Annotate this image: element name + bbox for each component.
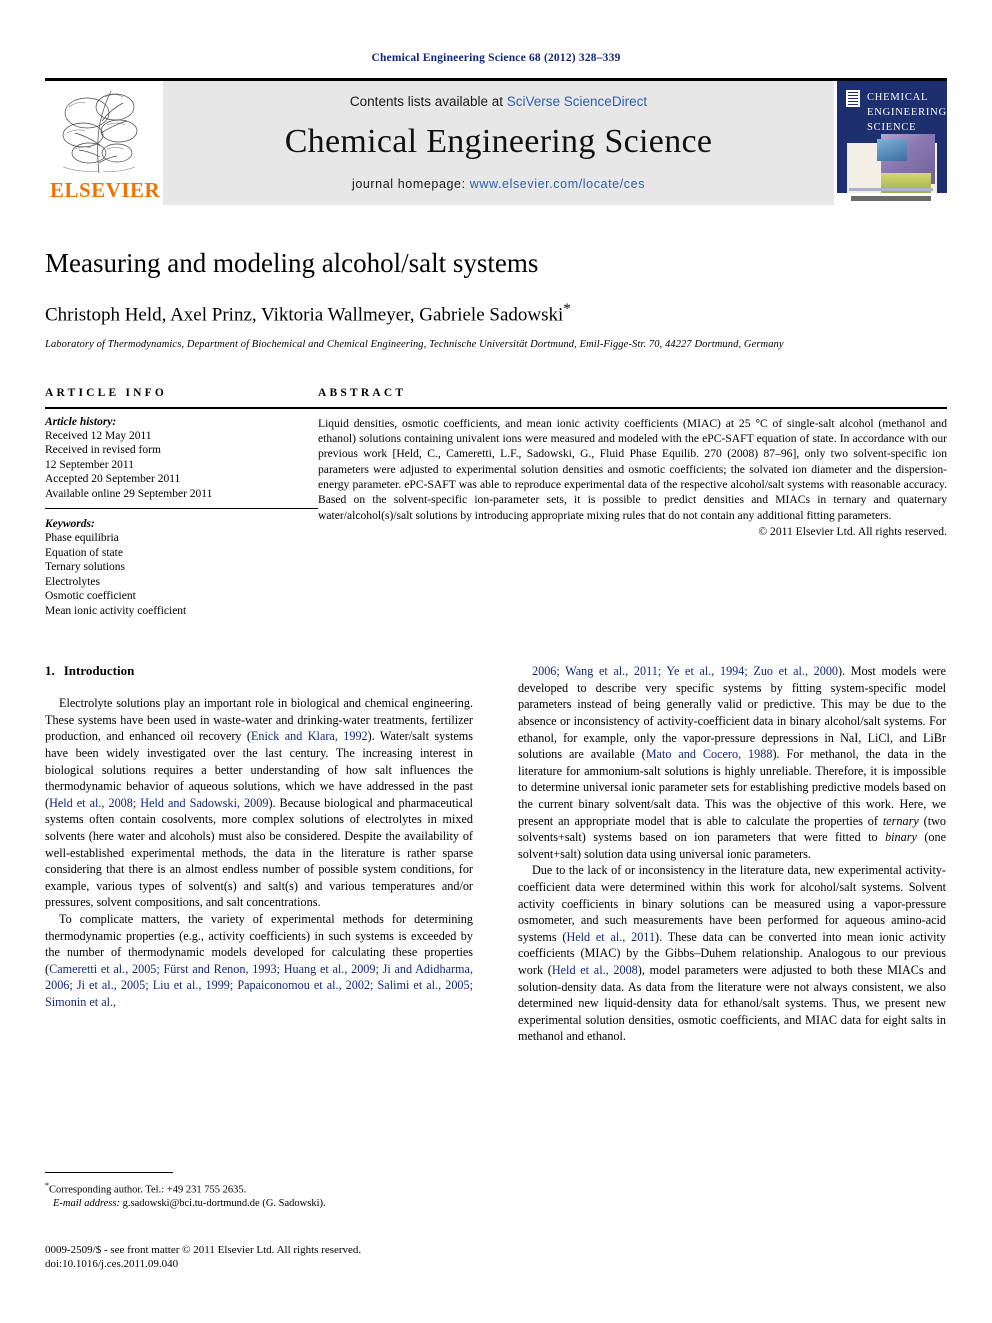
keywords-label: Keywords: xyxy=(45,518,95,531)
section-title: Introduction xyxy=(63,663,135,679)
citation-link[interactable]: Held et al., 2011 xyxy=(566,930,655,944)
abstract-copyright: © 2011 Elsevier Ltd. All rights reserved… xyxy=(758,524,947,538)
homepage-link[interactable]: www.elsevier.com/locate/ces xyxy=(470,177,645,191)
history-line: Received in revised form xyxy=(45,444,161,457)
author-list: Christoph Held, Axel Prinz, Viktoria Wal… xyxy=(45,301,947,326)
imprint-block: 0009-2509/$ - see front matter © 2011 El… xyxy=(45,1243,485,1271)
journal-article-page: Chemical Engineering Science 68 (2012) 3… xyxy=(0,0,992,1323)
emphasis-text: binary xyxy=(885,830,917,845)
article-history-list: Received 12 May 2011 Received in revised… xyxy=(45,429,318,502)
cover-title-line-3: SCIENCE xyxy=(867,122,917,133)
citation-link[interactable]: Held et al., 2008; Held and Sadowski, 20… xyxy=(49,796,268,810)
elsevier-tree-icon xyxy=(62,90,138,174)
keywords-list: Phase equilibria Equation of state Terna… xyxy=(45,531,318,618)
homepage-prefix: journal homepage: xyxy=(351,176,470,191)
keyword-item: Equation of state xyxy=(45,546,123,559)
citation-link[interactable]: Enick and Klara, 1992 xyxy=(251,729,368,743)
elsevier-logo: ELSEVIER xyxy=(45,81,163,205)
title-block: Measuring and modeling alcohol/salt syst… xyxy=(45,247,947,350)
corresponding-author-note: *Corresponding author. Tel.: +49 231 755… xyxy=(45,1179,473,1197)
article-history-label: Article history: xyxy=(45,415,117,428)
citation-link[interactable]: 2006; Wang et al., 2011; Ye et al., 1994… xyxy=(532,664,838,678)
keyword-item: Mean ionic activity coefficient xyxy=(45,604,187,617)
cover-bottom-band xyxy=(837,193,947,205)
cover-title-line-1: CHEMICAL xyxy=(867,92,929,103)
imprint-line-1: 0009-2509/$ - see front matter © 2011 El… xyxy=(45,1244,362,1256)
journal-title: Chemical Engineering Science xyxy=(284,122,713,160)
history-line: 12 September 2011 xyxy=(45,458,135,471)
body-paragraph: Due to the lack of or inconsistency in t… xyxy=(518,862,946,1045)
paragraph-text: ). Because biological and pharmaceutical… xyxy=(45,795,473,910)
abstract-text: Liquid densities, osmotic coefficients, … xyxy=(318,416,947,522)
article-info-rule-top xyxy=(45,406,318,409)
email-note: E-mail address: g.sadowski@bci.tu-dortmu… xyxy=(45,1197,473,1211)
body-column-right: 2006; Wang et al., 2011; Ye et al., 1994… xyxy=(518,663,946,1045)
article-info-rule-mid xyxy=(45,508,318,510)
elsevier-tree-mark-icon xyxy=(846,90,860,107)
citation-link[interactable]: Held et al., 2008 xyxy=(552,963,638,977)
abstract-heading: ABSTRACT xyxy=(318,386,407,399)
journal-band: Contents lists available at SciVerse Sci… xyxy=(163,81,834,205)
journal-masthead: ELSEVIER Contents lists available at Sci… xyxy=(45,78,947,205)
keyword-item: Ternary solutions xyxy=(45,561,126,574)
article-info-heading: ARTICLE INFO xyxy=(45,386,168,399)
journal-cover-thumbnail: CHEMICAL ENGINEERING SCIENCE xyxy=(834,81,947,205)
keyword-item: Electrolytes xyxy=(45,575,100,588)
footnote-block: *Corresponding author. Tel.: +49 231 755… xyxy=(45,1172,473,1211)
emphasis-text: ternary xyxy=(882,813,919,828)
abstract-rule-top xyxy=(318,406,947,409)
section-number: 1. xyxy=(45,663,55,679)
body-paragraph: 2006; Wang et al., 2011; Ye et al., 1994… xyxy=(518,663,946,862)
contents-prefix: Contents lists available at xyxy=(349,93,507,109)
body-paragraph: Electrolyte solutions play an important … xyxy=(45,695,473,911)
page-title: Measuring and modeling alcohol/salt syst… xyxy=(45,248,539,278)
footnote-rule xyxy=(45,1172,173,1173)
affiliation: Laboratory of Thermodynamics, Department… xyxy=(45,338,784,350)
author-names: Christoph Held, Axel Prinz, Viktoria Wal… xyxy=(45,304,564,326)
history-line: Available online 29 September 2011 xyxy=(45,487,213,500)
abstract-column: ABSTRACT Liquid densities, osmotic coeff… xyxy=(318,387,947,619)
keyword-item: Phase equilibria xyxy=(45,532,119,545)
intro-left-paragraphs: Electrolyte solutions play an important … xyxy=(45,695,473,1010)
section-heading-introduction: 1. Introduction xyxy=(45,663,473,679)
citation-link[interactable]: Cameretti et al., 2005; Fürst and Renon,… xyxy=(45,962,473,1009)
elsevier-wordmark: ELSEVIER xyxy=(50,178,161,202)
email-address[interactable]: g.sadowski@bci.tu-dortmund.de (G. Sadows… xyxy=(123,1198,326,1209)
history-line: Received 12 May 2011 xyxy=(45,429,152,442)
imprint-line-2: doi:10.1016/j.ces.2011.09.040 xyxy=(45,1258,179,1270)
keyword-item: Osmotic coefficient xyxy=(45,590,136,603)
cover-footer-rule xyxy=(849,188,933,191)
corresponding-author-marker: * xyxy=(563,301,571,318)
intro-right-paragraphs: 2006; Wang et al., 2011; Ye et al., 1994… xyxy=(518,663,946,1045)
history-line: Accepted 20 September 2011 xyxy=(45,473,181,486)
cover-title: CHEMICAL ENGINEERING SCIENCE xyxy=(867,90,947,135)
citation-link[interactable]: Mato and Cocero, 1988 xyxy=(646,747,773,761)
journal-homepage-line: journal homepage: www.elsevier.com/locat… xyxy=(352,177,645,191)
article-body: 1. Introduction Electrolyte solutions pla… xyxy=(45,663,947,1045)
email-label: E-mail address: xyxy=(53,1198,120,1209)
info-abstract-section: ARTICLE INFO Article history: Received 1… xyxy=(45,387,947,619)
cover-artwork-blue xyxy=(877,139,907,161)
article-info-column: ARTICLE INFO Article history: Received 1… xyxy=(45,387,318,619)
corresponding-author-text: Corresponding author. Tel.: +49 231 755 … xyxy=(49,1184,247,1196)
contents-available-line: Contents lists available at SciVerse Sci… xyxy=(350,94,647,109)
body-column-left: 1. Introduction Electrolyte solutions pla… xyxy=(45,663,473,1045)
sciencedirect-link[interactable]: SciVerse ScienceDirect xyxy=(507,94,647,109)
body-paragraph: To complicate matters, the variety of ex… xyxy=(45,911,473,1011)
running-head: Chemical Engineering Science 68 (2012) 3… xyxy=(371,52,621,64)
cover-title-line-2: ENGINEERING xyxy=(867,107,947,118)
